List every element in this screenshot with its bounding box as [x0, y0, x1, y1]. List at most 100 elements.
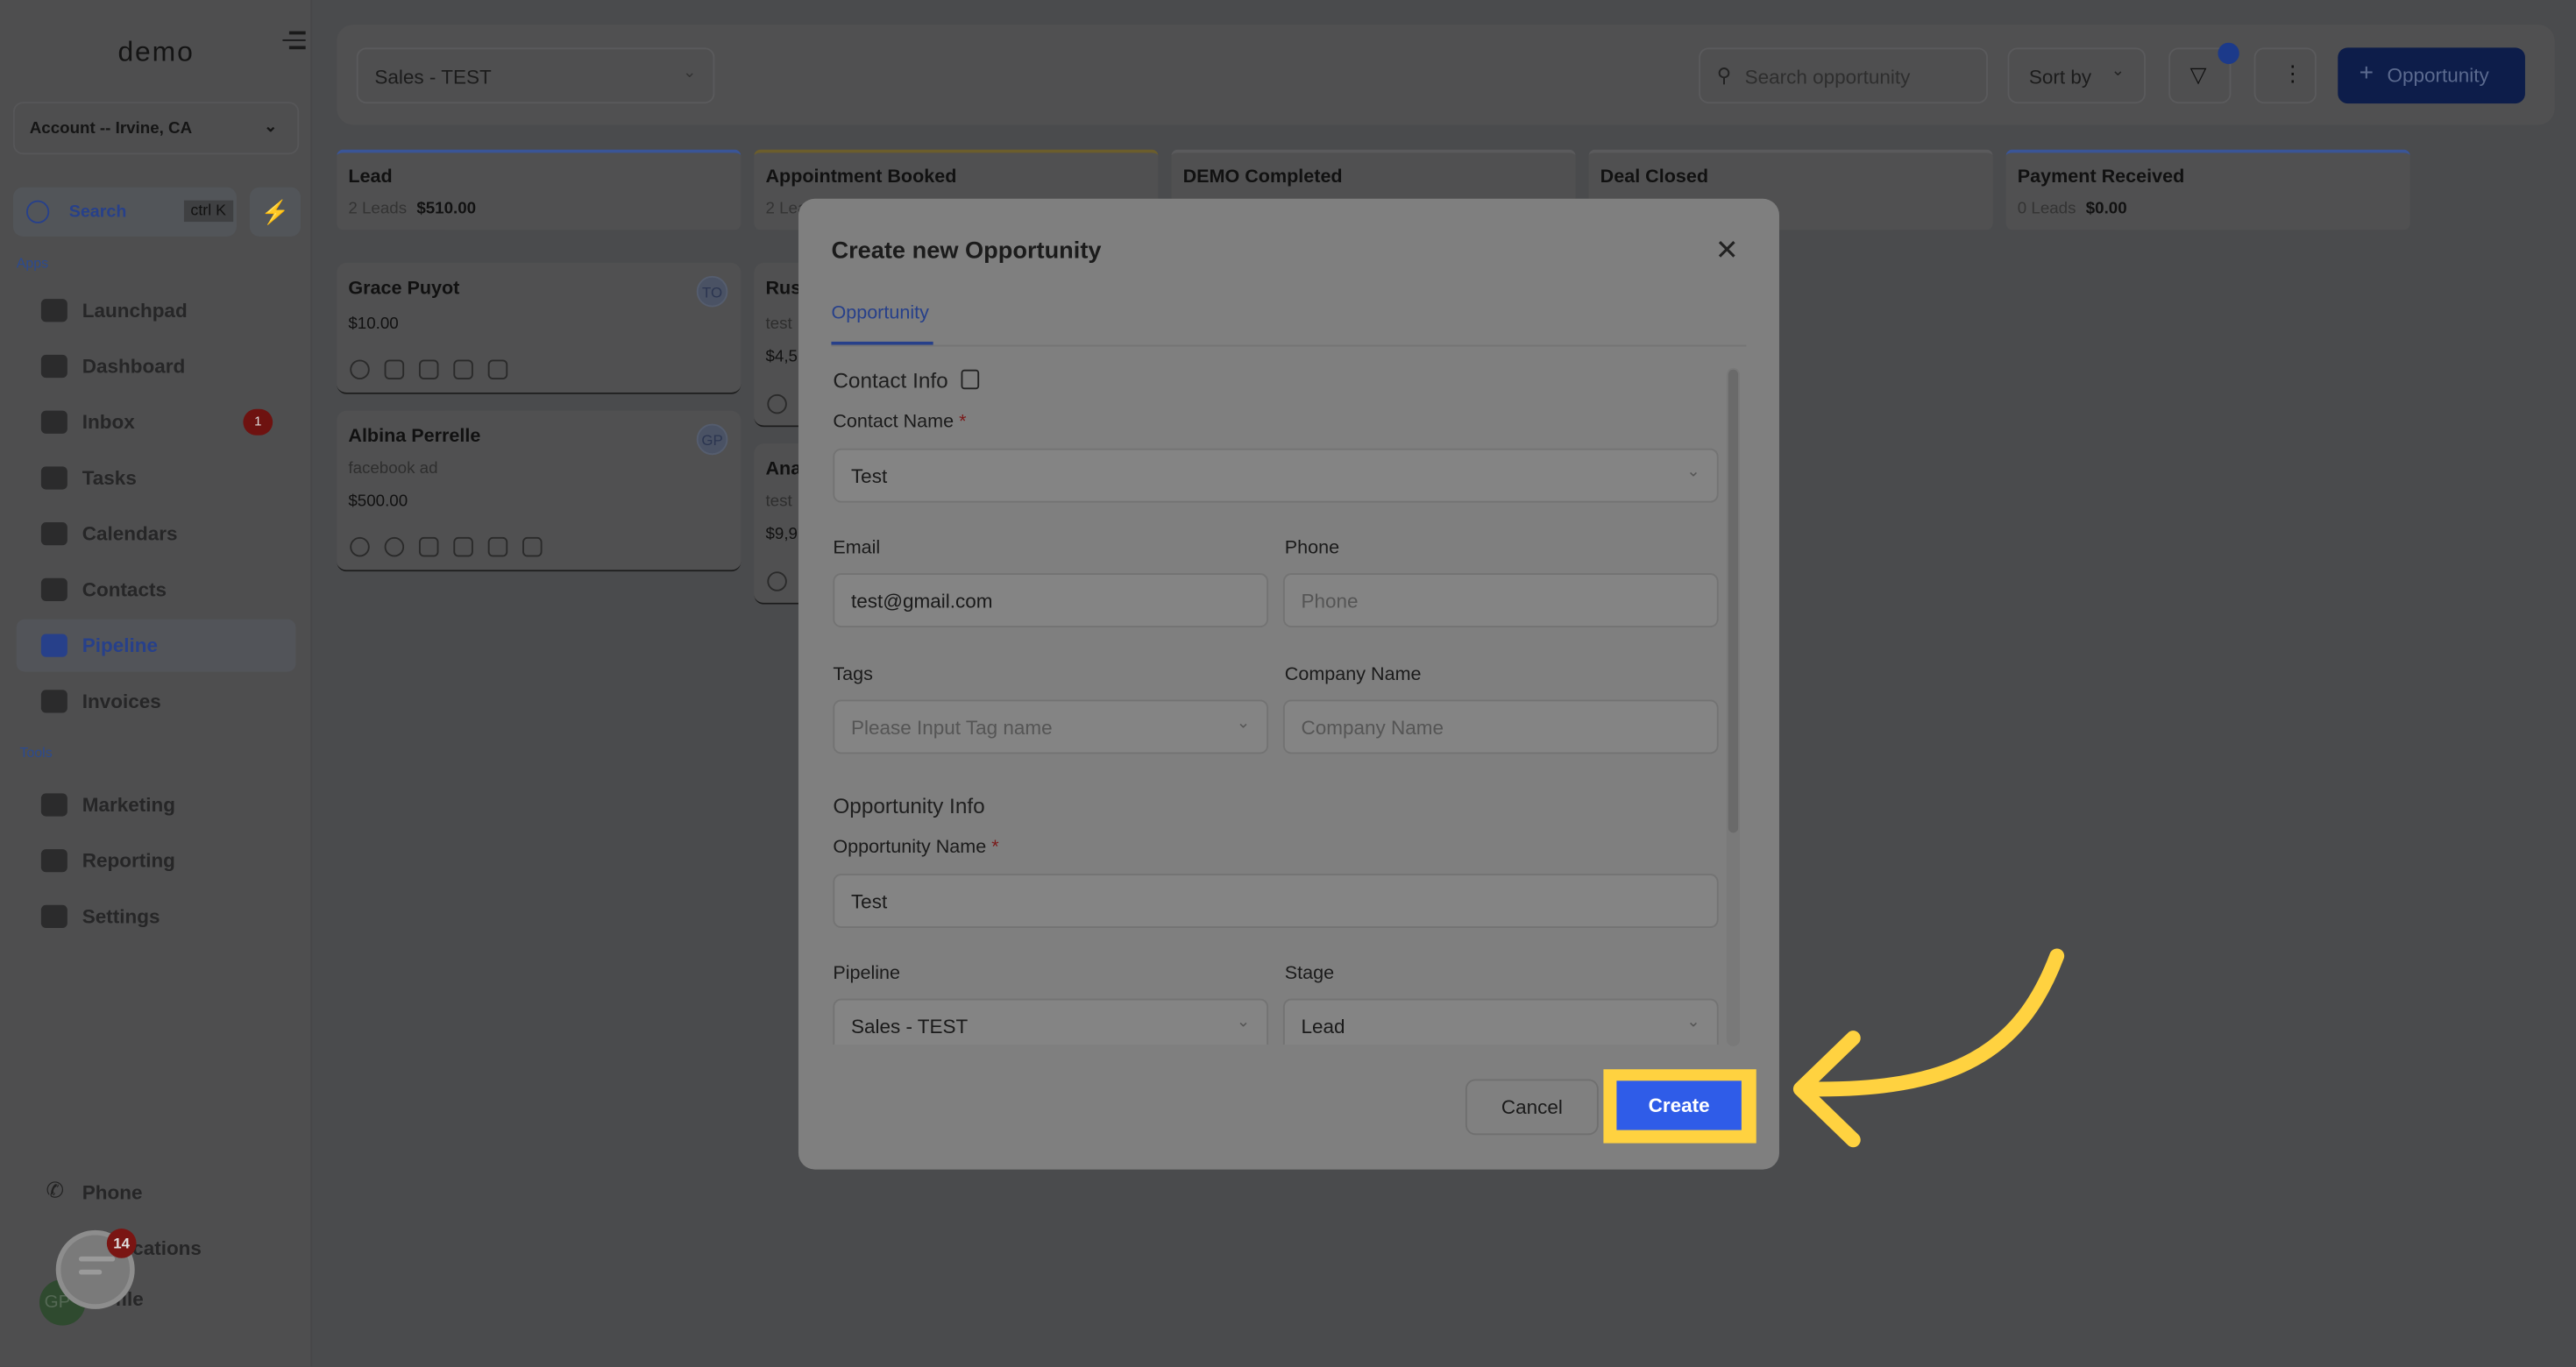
- stage-column-header: Payment Received 0 Leads $0.00: [2005, 149, 2410, 230]
- invoice-icon: [40, 690, 67, 713]
- phone-icon[interactable]: [350, 536, 370, 557]
- sort-by-button[interactable]: Sort by ⌄: [2007, 47, 2146, 104]
- chevron-down-icon: ⌄: [1686, 463, 1701, 482]
- sidebar-item-phone[interactable]: ✆ Phone: [17, 1166, 296, 1219]
- avatar: TO: [696, 275, 728, 308]
- add-opportunity-button[interactable]: + Opportunity: [2338, 47, 2525, 104]
- tags-label: Tags: [833, 665, 873, 685]
- section-tools: Tools: [19, 744, 53, 761]
- sidebar-item-pipeline[interactable]: Pipeline: [16, 619, 296, 672]
- scrollbar-thumb[interactable]: [1728, 369, 1739, 833]
- gear-icon: [40, 904, 67, 929]
- filter-active-dot: [2218, 42, 2239, 65]
- unread-badge: 1: [243, 408, 273, 436]
- filter-icon: ▽: [2189, 62, 2207, 88]
- create-button[interactable]: Create: [1616, 1080, 1742, 1130]
- shortcut-hint: ctrl K: [183, 200, 233, 223]
- sidebar-item-settings[interactable]: Settings: [17, 890, 296, 943]
- phone-field[interactable]: Phone: [1282, 573, 1719, 628]
- contact-card-icon: [961, 369, 979, 390]
- opportunity-card[interactable]: Grace Puyot TO $10.00: [337, 262, 742, 394]
- form-scroll-area: Contact Info Contact Name * Test ⌄ Email …: [831, 361, 1720, 1045]
- pipeline-toolbar: Sales - TEST ⌄ ⚲ Search opportunity Sort b…: [337, 25, 2555, 125]
- chevron-down-icon: ⌄: [264, 117, 278, 137]
- sidebar-search[interactable]: Search ctrl K: [12, 187, 237, 237]
- section-opportunity-info: Opportunity Info: [833, 793, 985, 818]
- plus-icon: +: [2359, 59, 2374, 88]
- phone-label: Phone: [1284, 538, 1340, 559]
- annotation-arrow-icon: [1792, 948, 2065, 1148]
- chevron-down-icon: ⌄: [1686, 1013, 1701, 1032]
- search-icon: [25, 200, 50, 223]
- logo: demo: [117, 36, 195, 67]
- sidebar-item-inbox[interactable]: Inbox 1: [17, 396, 296, 449]
- task-icon[interactable]: [453, 359, 473, 379]
- more-vertical-icon: ⋮: [2281, 60, 2303, 86]
- sidebar-item-contacts[interactable]: Contacts: [17, 563, 296, 616]
- modal-title: Create new Opportunity: [831, 237, 1102, 265]
- calendar-icon: [40, 522, 67, 546]
- quick-action-lightning-icon[interactable]: ⚡: [249, 187, 302, 237]
- message-icon[interactable]: [384, 536, 405, 557]
- phone-icon[interactable]: [767, 571, 787, 591]
- chevron-down-icon: ⌄: [1236, 714, 1251, 733]
- section-apps: Apps: [16, 254, 49, 272]
- sidebar-item-launchpad[interactable]: Launchpad: [17, 284, 296, 336]
- tasks-icon: [40, 466, 67, 490]
- pipeline-select[interactable]: Sales - TEST ⌄: [356, 47, 715, 104]
- stage-select[interactable]: Lead ⌄: [1282, 998, 1719, 1045]
- tag-icon[interactable]: [384, 359, 405, 379]
- contact-name-label: Contact Name *: [833, 412, 967, 432]
- company-name-label: Company Name: [1284, 665, 1422, 685]
- calendar-add-icon[interactable]: [487, 359, 508, 379]
- chevron-down-icon: ⌄: [2111, 62, 2125, 81]
- opportunity-name-field[interactable]: Test: [833, 874, 1719, 929]
- email-field[interactable]: test@gmail.com: [833, 573, 1269, 628]
- cancel-button[interactable]: Cancel: [1465, 1079, 1599, 1136]
- close-icon[interactable]: ✕: [1715, 235, 1739, 267]
- opportunity-card[interactable]: Albina Perrelle GP facebook ad $500.00: [337, 410, 742, 572]
- stage-column-header: Lead 2 Leads $510.00: [337, 149, 742, 230]
- message-icon[interactable]: [350, 359, 370, 379]
- note-icon[interactable]: [453, 536, 473, 557]
- contacts-icon: [40, 577, 67, 602]
- company-name-field[interactable]: Company Name: [1282, 699, 1719, 754]
- sidebar-item-dashboard[interactable]: Dashboard: [17, 340, 296, 393]
- divider: [831, 344, 1747, 347]
- sidebar-item-calendars[interactable]: Calendars: [17, 507, 296, 560]
- tags-select[interactable]: Please Input Tag name ⌄: [833, 699, 1269, 754]
- dashboard-icon: [40, 354, 67, 379]
- create-opportunity-modal: Create new Opportunity ✕ Opportunity Con…: [798, 198, 1779, 1170]
- tag-icon[interactable]: [418, 536, 439, 557]
- account-switcher[interactable]: Account -- Irvine, CA ⌄: [12, 102, 300, 155]
- phone-icon: ✆: [46, 1177, 64, 1203]
- pipeline-label: Pipeline: [833, 964, 901, 984]
- collapse-menu-icon[interactable]: [282, 26, 306, 49]
- section-contact-info: Contact Info: [833, 368, 979, 393]
- sidebar-item-tasks[interactable]: Tasks: [17, 451, 296, 504]
- tab-opportunity[interactable]: Opportunity: [831, 304, 928, 323]
- pie-chart-icon: [40, 849, 67, 873]
- pipeline-select[interactable]: Sales - TEST ⌄: [833, 998, 1269, 1045]
- email-label: Email: [833, 538, 881, 559]
- avatar: GP: [696, 423, 728, 456]
- opportunity-name-label: Opportunity Name *: [833, 837, 999, 858]
- stage-label: Stage: [1284, 964, 1335, 984]
- phone-icon[interactable]: [767, 393, 787, 414]
- inbox-icon: [40, 410, 67, 434]
- note-icon[interactable]: [418, 359, 439, 379]
- task-icon[interactable]: [487, 536, 508, 557]
- chat-badge: 14: [106, 1229, 137, 1258]
- more-options-button[interactable]: ⋮: [2253, 47, 2317, 104]
- contact-name-select[interactable]: Test ⌄: [833, 448, 1719, 503]
- sidebar-item-reporting[interactable]: Reporting: [17, 834, 296, 887]
- sidebar: demo Account -- Irvine, CA ⌄ Search ctrl K…: [0, 0, 313, 1367]
- sidebar-item-invoices[interactable]: Invoices: [17, 675, 296, 727]
- chevron-down-icon: ⌄: [683, 64, 697, 82]
- search-opportunity-input[interactable]: ⚲ Search opportunity: [1699, 47, 1989, 104]
- search-icon: ⚲: [1716, 64, 1732, 88]
- megaphone-icon: [40, 793, 67, 817]
- sidebar-item-marketing[interactable]: Marketing: [17, 778, 296, 831]
- calendar-add-icon[interactable]: [522, 536, 543, 557]
- filter-icon: [40, 634, 67, 657]
